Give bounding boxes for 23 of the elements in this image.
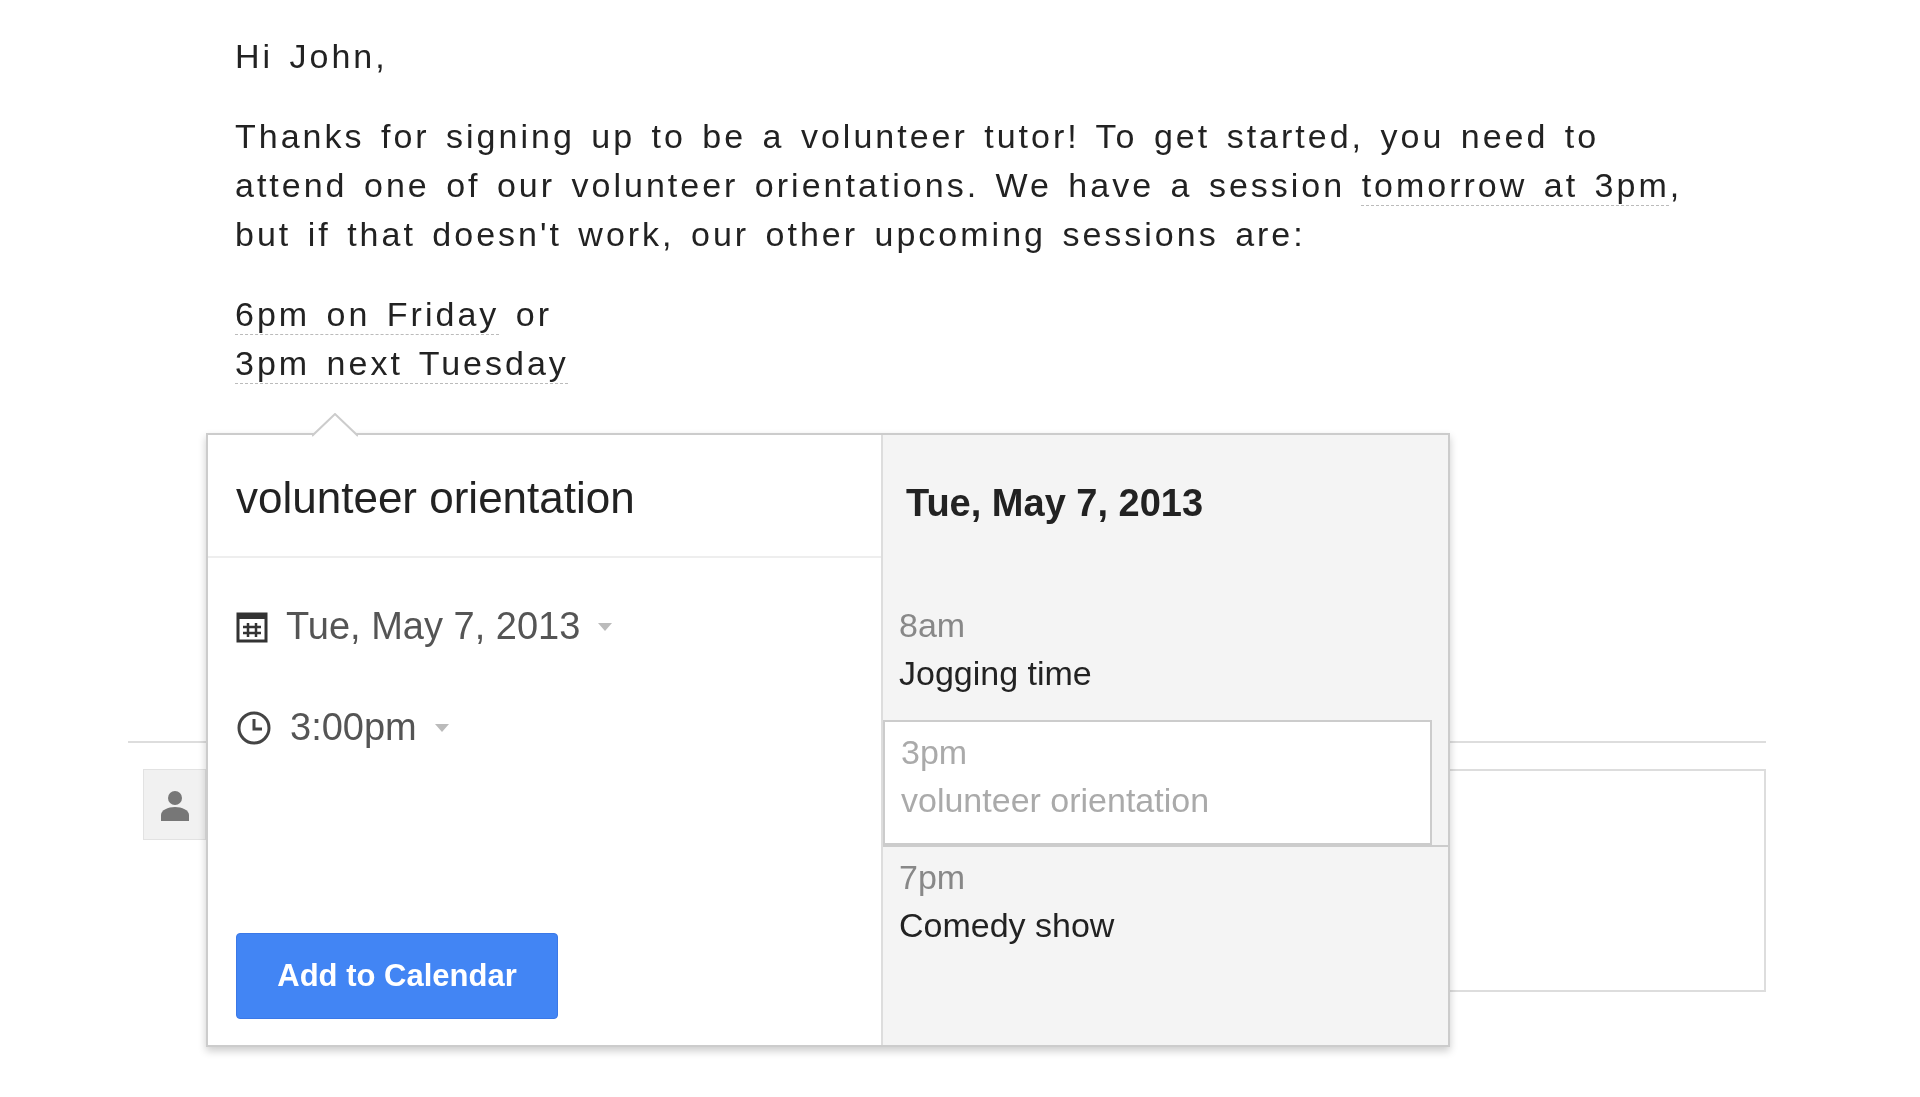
time-dropdown[interactable]: 3:00pm <box>208 699 881 756</box>
event-time: 7pm <box>899 857 967 898</box>
event-title: Comedy show <box>899 905 1116 946</box>
calendar-icon <box>236 610 268 643</box>
date-link[interactable]: 3pm next Tuesday <box>235 344 569 382</box>
event-title: Jogging time <box>899 653 1093 694</box>
event-item[interactable]: 7pm Comedy show <box>883 845 1448 970</box>
event-item[interactable]: 8am Jogging time <box>883 595 1448 720</box>
caret-icon <box>598 622 613 631</box>
greeting-text: Hi John, <box>235 36 389 77</box>
body-text: or <box>514 295 552 333</box>
day-heading: Tue, May 7, 2013 <box>905 481 1205 526</box>
date-dropdown[interactable]: Tue, May 7, 2013 <box>208 598 881 655</box>
clock-icon <box>236 709 272 746</box>
add-to-calendar-button[interactable]: Add to Calendar <box>236 933 558 1019</box>
caret-icon <box>434 723 449 732</box>
body-paragraph: Thanks for signing up to be a volunteer tutor! To get started, you need to attend one of our volunteer orientations. We have a session tomorrow at 3pm, but if that doesn't work, our other upcoming sessions are: <box>235 116 1684 255</box>
event-time: 8am <box>899 605 967 646</box>
event-title: volunteer orientation <box>901 780 1211 821</box>
event-time: 3pm <box>901 732 969 773</box>
avatar-icon <box>143 769 206 840</box>
date-link[interactable]: tomorrow at 3pm <box>1361 166 1670 204</box>
date-link[interactable]: 6pm on Friday <box>235 295 500 333</box>
